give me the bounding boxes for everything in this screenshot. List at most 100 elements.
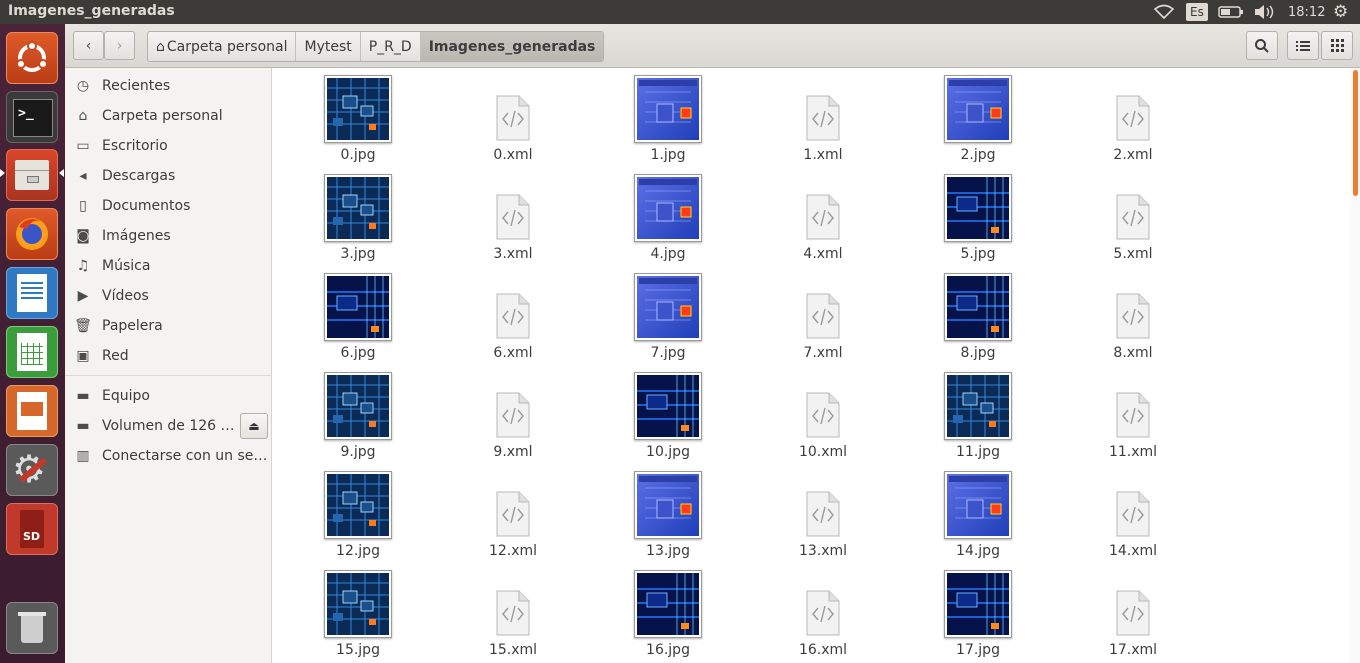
forward-button[interactable]: ›	[104, 31, 135, 60]
file-item-image[interactable]: 4.jpg	[582, 167, 732, 265]
terminal-icon[interactable]: >_	[6, 91, 58, 143]
file-item-image[interactable]: 10.jpg	[582, 365, 732, 463]
scrollbar[interactable]	[1350, 68, 1360, 663]
xml-file-icon	[496, 194, 530, 240]
folder-icon: ▭	[76, 138, 90, 154]
firefox-icon[interactable]	[6, 208, 58, 260]
file-item-xml[interactable]: 2.xml	[1047, 68, 1197, 166]
wifi-icon[interactable]	[1154, 2, 1174, 22]
file-item-image[interactable]: 15.jpg	[272, 563, 422, 661]
file-item-xml[interactable]: 14.xml	[1047, 464, 1197, 562]
file-item-xml[interactable]: 3.xml	[427, 167, 577, 265]
file-name: 4.xml	[803, 246, 843, 262]
sidebar-item-carpeta-personal[interactable]: ⌂ Carpeta personal	[65, 101, 271, 131]
sidebar-item-label: Red	[102, 348, 129, 364]
sidebar-item-musica[interactable]: ♫ Música	[65, 251, 271, 281]
thumbnail-image	[947, 177, 1009, 239]
file-name: 7.jpg	[650, 345, 686, 361]
file-item-xml[interactable]: 8.xml	[1047, 266, 1197, 364]
file-name: 15.jpg	[336, 642, 380, 658]
file-item-image[interactable]: 2.jpg	[892, 68, 1042, 166]
file-item-xml[interactable]: 1.xml	[737, 68, 887, 166]
thumbnail-image	[637, 375, 699, 437]
file-name: 6.jpg	[340, 345, 376, 361]
eject-button[interactable]: ⏏	[240, 413, 268, 439]
file-item-image[interactable]: 17.jpg	[892, 563, 1042, 661]
crumb-p-r-d[interactable]: P_R_D	[361, 32, 421, 61]
thumbnail-image	[637, 474, 699, 536]
grid-view-button[interactable]	[1321, 31, 1353, 60]
search-button[interactable]	[1246, 31, 1278, 60]
trash-icon[interactable]	[6, 602, 58, 654]
file-item-xml[interactable]: 15.xml	[427, 563, 577, 661]
file-item-xml[interactable]: 6.xml	[427, 266, 577, 364]
crumb-home[interactable]: ⌂ Carpeta personal	[148, 32, 297, 61]
crumb-imagenes-generadas[interactable]: Imagenes_generadas	[420, 32, 604, 61]
file-item-image[interactable]: 3.jpg	[272, 167, 422, 265]
keyboard-layout-indicator[interactable]: Es	[1186, 3, 1208, 21]
file-item-image[interactable]: 5.jpg	[892, 167, 1042, 265]
xml-file-icon	[806, 95, 840, 141]
file-name: 13.jpg	[646, 543, 690, 559]
file-item-xml[interactable]: 4.xml	[737, 167, 887, 265]
file-item-image[interactable]: 0.jpg	[272, 68, 422, 166]
file-item-image[interactable]: 8.jpg	[892, 266, 1042, 364]
back-button[interactable]: ‹	[73, 31, 104, 60]
file-item-image[interactable]: 9.jpg	[272, 365, 422, 463]
list-view-button[interactable]	[1287, 31, 1319, 60]
impress-icon[interactable]	[6, 385, 58, 437]
clock[interactable]: 18:12	[1288, 2, 1325, 22]
camera-icon: ◙	[76, 228, 90, 244]
sidebar-item-conectarse[interactable]: ▥ Conectarse con un servidor	[65, 441, 271, 471]
image-thumbnail	[944, 273, 1012, 341]
image-thumbnail	[634, 570, 702, 638]
xml-file-icon	[806, 590, 840, 636]
sidebar-item-documentos[interactable]: ▯ Documentos	[65, 191, 271, 221]
sidebar-item-escritorio[interactable]: ▭ Escritorio	[65, 131, 271, 161]
file-item-image[interactable]: 12.jpg	[272, 464, 422, 562]
file-item-xml[interactable]: 13.xml	[737, 464, 887, 562]
calc-icon[interactable]	[6, 326, 58, 378]
thumbnail-image	[947, 573, 1009, 635]
system-gear-icon[interactable]: ⚙	[1333, 2, 1348, 22]
sidebar-item-videos[interactable]: ▶ Vídeos	[65, 281, 271, 311]
file-item-xml[interactable]: 11.xml	[1047, 365, 1197, 463]
file-item-xml[interactable]: 0.xml	[427, 68, 577, 166]
sidebar-item-papelera[interactable]: 🗑 Papelera	[65, 311, 271, 341]
ubuntu-dash-icon[interactable]	[6, 32, 58, 84]
file-item-image[interactable]: 14.jpg	[892, 464, 1042, 562]
sidebar-item-descargas[interactable]: ◂ Descargas	[65, 161, 271, 191]
writer-icon[interactable]	[6, 267, 58, 319]
sidebar-item-imagenes[interactable]: ◙ Imágenes	[65, 221, 271, 251]
file-name: 16.jpg	[646, 642, 690, 658]
file-name: 16.xml	[798, 642, 848, 658]
file-name: 9.xml	[493, 444, 533, 460]
sidebar-item-equipo[interactable]: ▬ Equipo	[65, 381, 271, 411]
file-item-xml[interactable]: 10.xml	[737, 365, 887, 463]
settings-icon[interactable]: ⚙	[6, 444, 58, 496]
file-item-xml[interactable]: 12.xml	[427, 464, 577, 562]
file-item-image[interactable]: 11.jpg	[892, 365, 1042, 463]
file-item-xml[interactable]: 5.xml	[1047, 167, 1197, 265]
scrollbar-thumb[interactable]	[1353, 70, 1358, 196]
thumbnail-image	[327, 573, 389, 635]
file-item-xml[interactable]: 9.xml	[427, 365, 577, 463]
sidebar-item-red[interactable]: ▣ Red	[65, 341, 271, 371]
file-item-xml[interactable]: 17.xml	[1047, 563, 1197, 661]
image-thumbnail	[944, 372, 1012, 440]
file-item-image[interactable]: 16.jpg	[582, 563, 732, 661]
sd-card-icon[interactable]: SD	[6, 503, 58, 555]
file-item-image[interactable]: 6.jpg	[272, 266, 422, 364]
image-thumbnail	[944, 570, 1012, 638]
file-name: 17.jpg	[956, 642, 1000, 658]
crumb-mytest[interactable]: Mytest	[296, 32, 361, 61]
files-icon[interactable]	[6, 149, 58, 201]
battery-icon[interactable]	[1218, 2, 1244, 22]
file-item-xml[interactable]: 16.xml	[737, 563, 887, 661]
file-item-xml[interactable]: 7.xml	[737, 266, 887, 364]
file-item-image[interactable]: 7.jpg	[582, 266, 732, 364]
file-item-image[interactable]: 1.jpg	[582, 68, 732, 166]
file-item-image[interactable]: 13.jpg	[582, 464, 732, 562]
sidebar-item-recientes[interactable]: ◷ Recientes	[65, 71, 271, 101]
volume-icon[interactable]	[1253, 2, 1275, 22]
